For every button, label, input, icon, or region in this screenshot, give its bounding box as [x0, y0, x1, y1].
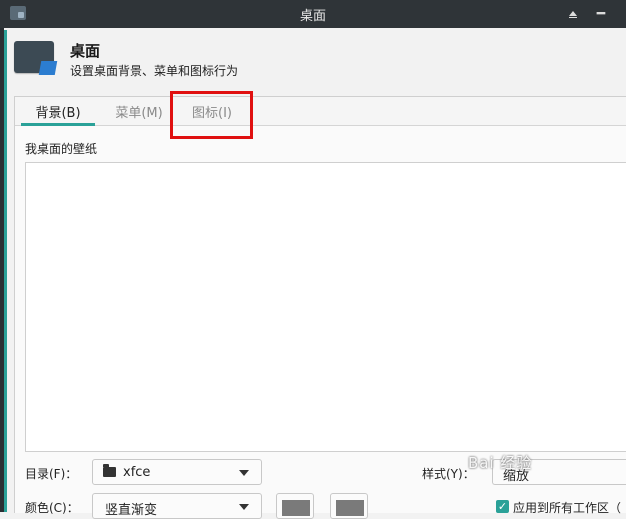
header-subtitle: 设置桌面背景、菜单和图标行为 [70, 64, 239, 78]
header-title: 桌面 [70, 42, 101, 60]
wallpaper-section-label: 我桌面的壁纸 [25, 142, 98, 156]
secondary-color-swatch [336, 500, 364, 516]
style-label: 样式(Y)： [422, 467, 475, 481]
left-accent-bar [4, 30, 7, 512]
chevron-down-icon [239, 470, 249, 476]
color-mode-value: 竖直渐变 [105, 503, 158, 518]
maximize-button[interactable] [562, 4, 584, 24]
tab-menu[interactable]: 菜单(M) [101, 97, 177, 125]
color-label: 颜色(C)： [25, 501, 79, 515]
watermark: Bai 经验 [468, 454, 533, 472]
primary-color-swatch [282, 500, 310, 516]
folder-icon [103, 464, 116, 477]
wallpaper-icon-view[interactable] [25, 162, 626, 452]
tab-bar: 背景(B) 菜单(M) 图标(I) [15, 97, 626, 126]
color-mode-dropdown[interactable]: 竖直渐变 [92, 493, 262, 519]
dialog-header: 桌面 设置桌面背景、菜单和图标行为 [10, 28, 626, 94]
window-title: 桌面 [299, 9, 326, 24]
annotation-highlight-box [170, 91, 253, 139]
apply-all-label: 应用到所有工作区（ [513, 501, 622, 515]
desktop-icon [14, 41, 54, 73]
minimize-button[interactable]: ━ [590, 4, 612, 24]
titlebar: 桌面 ━ [0, 0, 626, 28]
secondary-color-button[interactable] [330, 493, 368, 519]
folder-dropdown[interactable]: xfce [92, 459, 262, 485]
primary-color-button[interactable] [276, 493, 314, 519]
chevron-down-icon [239, 504, 249, 510]
folder-value: xfce [123, 465, 151, 480]
folder-label: 目录(F)： [25, 467, 78, 481]
apply-all-checkbox[interactable]: ✓ [496, 500, 509, 513]
tab-background[interactable]: 背景(B) [21, 97, 95, 126]
